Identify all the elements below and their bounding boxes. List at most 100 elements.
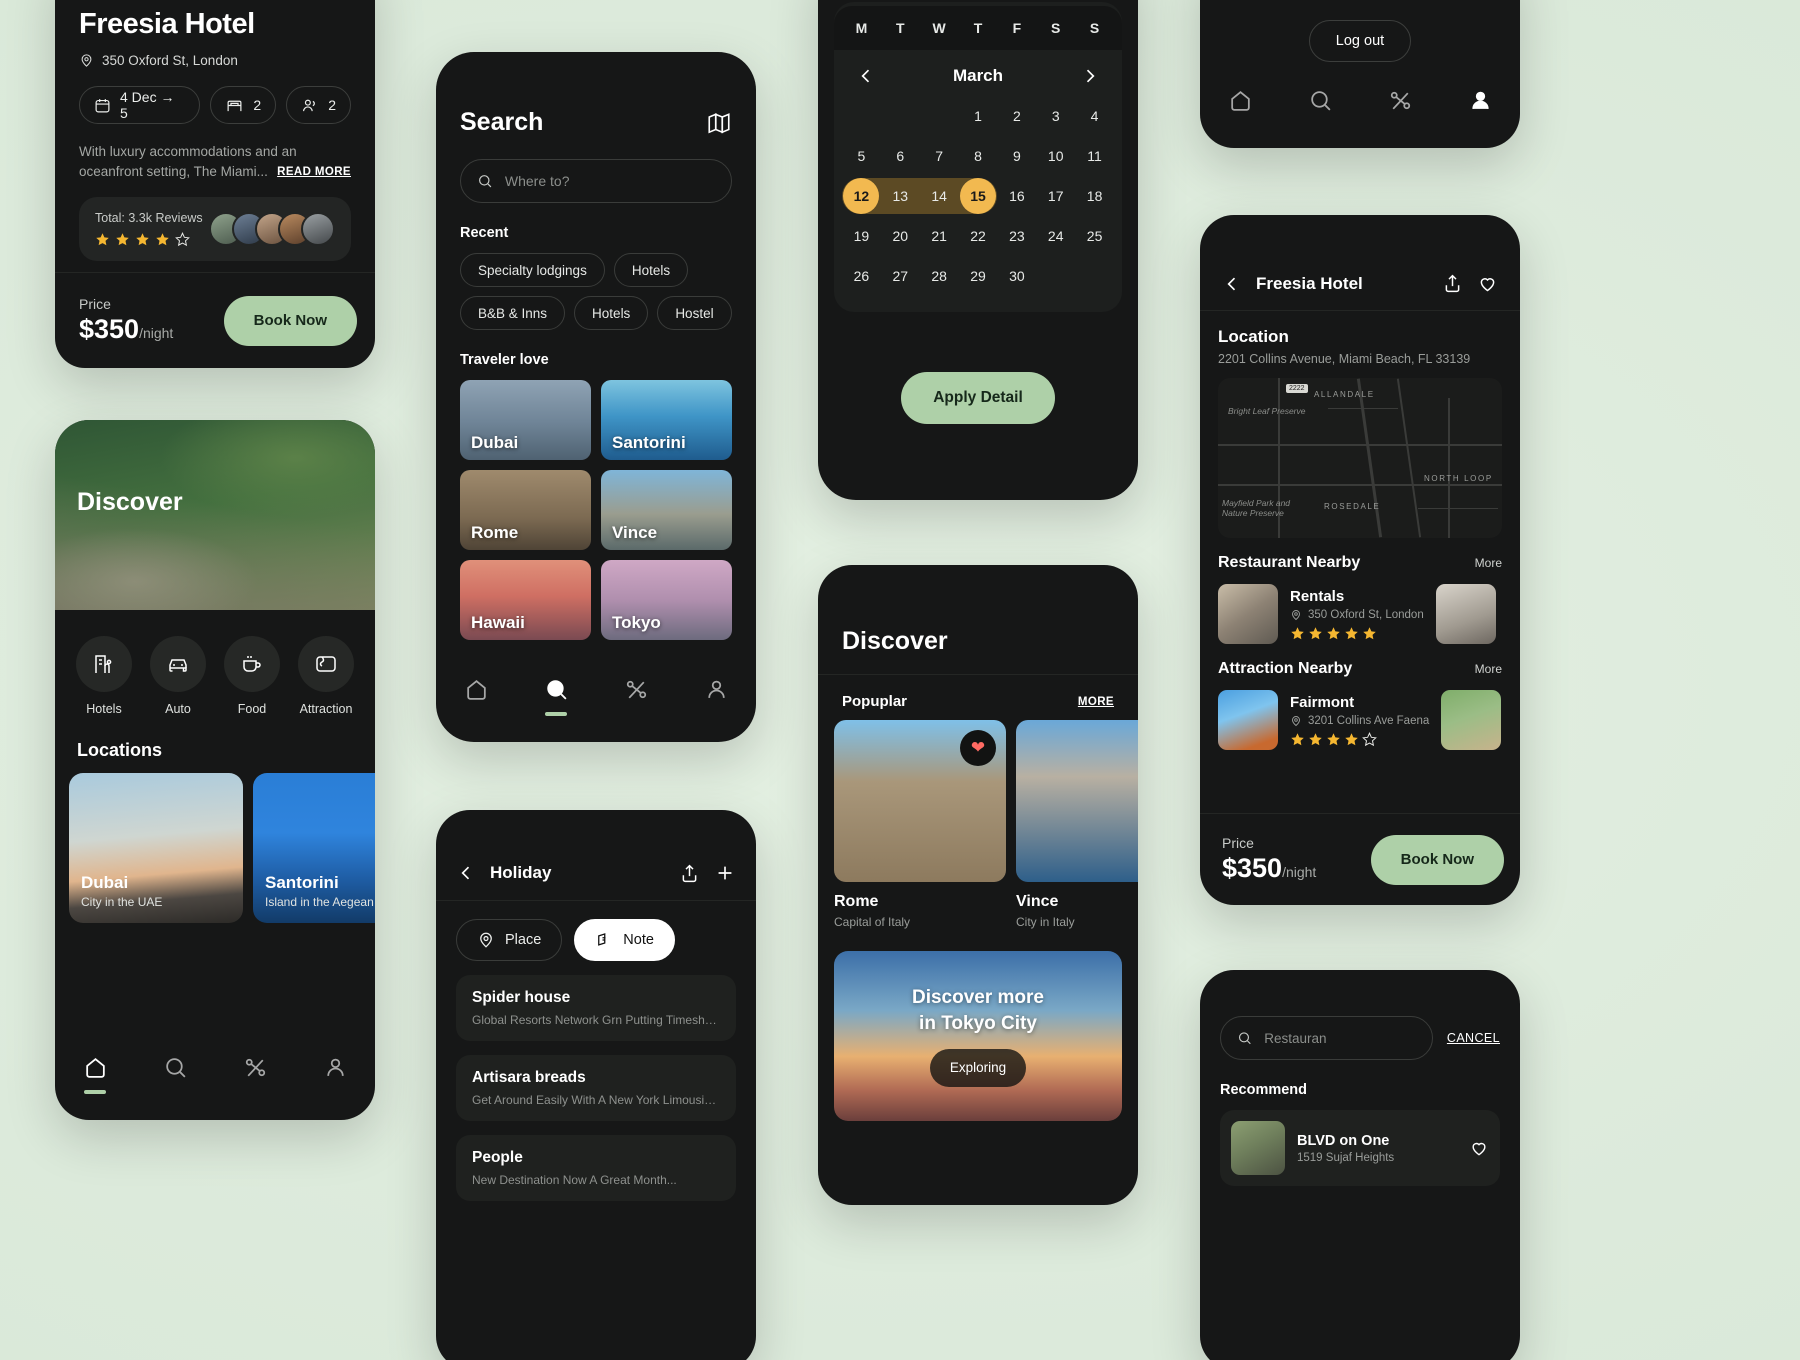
- traveler-card-dubai[interactable]: Dubai: [460, 380, 591, 460]
- recent-tag[interactable]: Hostel: [657, 296, 732, 330]
- exploring-button[interactable]: Exploring: [929, 1048, 1027, 1087]
- calendar-day[interactable]: 22: [959, 218, 998, 254]
- recent-tag[interactable]: Specialty lodgings: [460, 253, 605, 287]
- nav-profile[interactable]: [704, 677, 729, 702]
- restaurant-search-field[interactable]: [1220, 1016, 1433, 1060]
- category-hotels[interactable]: Hotels: [76, 636, 132, 716]
- log-out-button[interactable]: Log out: [1308, 20, 1412, 62]
- traveler-card-hawaii[interactable]: Hawaii: [460, 560, 591, 640]
- attraction-row[interactable]: Fairmont 3201 Collins Ave Faena: [1218, 690, 1502, 750]
- category-food[interactable]: Food: [224, 636, 280, 716]
- calendar-day[interactable]: 10: [1036, 138, 1075, 174]
- attraction-more-link[interactable]: More: [1475, 662, 1502, 676]
- calendar-day[interactable]: 8: [959, 138, 998, 174]
- popular-card-rome[interactable]: ❤ Rome Capital of Italy: [834, 720, 1006, 929]
- nav-route[interactable]: [243, 1055, 268, 1080]
- nav-search[interactable]: [544, 677, 569, 702]
- promo-banner[interactable]: Discover more in Tokyo City Exploring: [834, 951, 1122, 1121]
- traveler-card-vince[interactable]: Vince: [601, 470, 732, 550]
- location-card-santorini[interactable]: Santorini Island in the Aegean Sea: [253, 773, 375, 923]
- calendar-day[interactable]: 13: [880, 178, 920, 214]
- calendar-day[interactable]: 25: [1075, 218, 1114, 254]
- calendar-day[interactable]: 21: [920, 218, 959, 254]
- heart-outline-icon[interactable]: [1477, 273, 1498, 294]
- traveler-card-rome[interactable]: Rome: [460, 470, 591, 550]
- location-card-dubai[interactable]: Dubai City in the UAE: [69, 773, 243, 923]
- recent-tag[interactable]: Hotels: [574, 296, 649, 330]
- calendar-day[interactable]: 24: [1036, 218, 1075, 254]
- cancel-link[interactable]: CANCEL: [1447, 1031, 1500, 1045]
- search-input[interactable]: [504, 173, 715, 189]
- recent-tag[interactable]: B&B & Inns: [460, 296, 566, 330]
- note-item[interactable]: Artisara breads Get Around Easily With A…: [456, 1055, 736, 1121]
- traveler-card-santorini[interactable]: Santorini: [601, 380, 732, 460]
- calendar-day[interactable]: 17: [1036, 178, 1075, 214]
- calendar-day[interactable]: 16: [997, 178, 1036, 214]
- read-more-link[interactable]: READ MORE: [277, 164, 351, 181]
- chevron-right-icon[interactable]: [1080, 66, 1100, 86]
- restaurant-search-input[interactable]: [1264, 1030, 1416, 1046]
- tab-place[interactable]: Place: [456, 919, 563, 961]
- calendar-day[interactable]: 5: [842, 138, 881, 174]
- calendar-day[interactable]: 14: [919, 178, 959, 214]
- category-auto[interactable]: Auto: [150, 636, 206, 716]
- calendar-day[interactable]: 7: [920, 138, 959, 174]
- map-icon[interactable]: [706, 110, 732, 136]
- nav-home[interactable]: [83, 1055, 108, 1080]
- detail-book-now-button[interactable]: Book Now: [1370, 834, 1504, 885]
- calendar-day[interactable]: 30: [997, 258, 1036, 294]
- chevron-left-icon[interactable]: [856, 66, 876, 86]
- heart-filled-icon[interactable]: ❤: [960, 730, 996, 766]
- back-button[interactable]: [456, 863, 476, 883]
- recent-tag[interactable]: Hotels: [613, 253, 689, 287]
- calendar-day[interactable]: 11: [1075, 138, 1114, 174]
- category-attraction[interactable]: Attraction: [298, 636, 354, 716]
- location-map[interactable]: Bright Leaf Preserve Mayfield Park and N…: [1218, 378, 1502, 538]
- calendar-day-range-end[interactable]: 15: [958, 178, 998, 214]
- restaurant-more-link[interactable]: More: [1475, 556, 1502, 570]
- calendar-day[interactable]: 1: [959, 98, 998, 134]
- calendar-day[interactable]: 3: [1036, 98, 1075, 134]
- nav-route[interactable]: [1388, 88, 1413, 113]
- reviews-left: Total: 3.3k Reviews: [95, 211, 203, 247]
- apply-detail-button[interactable]: Apply Detail: [901, 372, 1055, 424]
- calendar-day[interactable]: 23: [997, 218, 1036, 254]
- calendar-day[interactable]: 2: [997, 98, 1036, 134]
- heart-outline-icon[interactable]: [1469, 1138, 1489, 1158]
- calendar-day[interactable]: 26: [842, 258, 881, 294]
- share-icon[interactable]: [1442, 273, 1463, 294]
- chip-beds[interactable]: 2: [210, 86, 277, 124]
- more-link[interactable]: MORE: [1078, 696, 1114, 708]
- calendar-day[interactable]: 29: [959, 258, 998, 294]
- nav-profile[interactable]: [323, 1055, 348, 1080]
- recommend-item[interactable]: BLVD on One 1519 Sujaf Heights: [1220, 1110, 1500, 1186]
- calendar-day[interactable]: 6: [881, 138, 920, 174]
- nav-search[interactable]: [1308, 88, 1333, 113]
- book-now-button[interactable]: Book Now: [223, 295, 357, 346]
- note-item[interactable]: People New Destination Now A Great Month…: [456, 1135, 736, 1201]
- calendar-day[interactable]: 4: [1075, 98, 1114, 134]
- nav-search[interactable]: [163, 1055, 188, 1080]
- calendar-day[interactable]: 20: [881, 218, 920, 254]
- calendar-day[interactable]: 27: [881, 258, 920, 294]
- restaurant-row[interactable]: Rentals 350 Oxford St, London: [1218, 584, 1502, 644]
- calendar-day[interactable]: 18: [1075, 178, 1114, 214]
- calendar-day[interactable]: 28: [920, 258, 959, 294]
- calendar-day-range-start[interactable]: 12: [842, 178, 881, 214]
- popular-card-vince[interactable]: Vince City in Italy: [1016, 720, 1138, 929]
- nav-home[interactable]: [1228, 88, 1253, 113]
- calendar-day[interactable]: 9: [997, 138, 1036, 174]
- chip-guests[interactable]: 2: [286, 86, 351, 124]
- note-item[interactable]: Spider house Global Resorts Network Grn …: [456, 975, 736, 1041]
- nav-profile[interactable]: [1468, 88, 1493, 113]
- calendar-day[interactable]: 19: [842, 218, 881, 254]
- plus-icon[interactable]: [714, 862, 736, 884]
- chip-dates[interactable]: 4 Dec → 5: [79, 86, 201, 124]
- traveler-card-tokyo[interactable]: Tokyo: [601, 560, 732, 640]
- nav-route[interactable]: [624, 677, 649, 702]
- tab-note[interactable]: Note: [574, 919, 675, 961]
- search-input-field[interactable]: [460, 159, 732, 203]
- back-button[interactable]: [1222, 274, 1242, 294]
- share-icon[interactable]: [679, 863, 700, 884]
- nav-home[interactable]: [464, 677, 489, 702]
